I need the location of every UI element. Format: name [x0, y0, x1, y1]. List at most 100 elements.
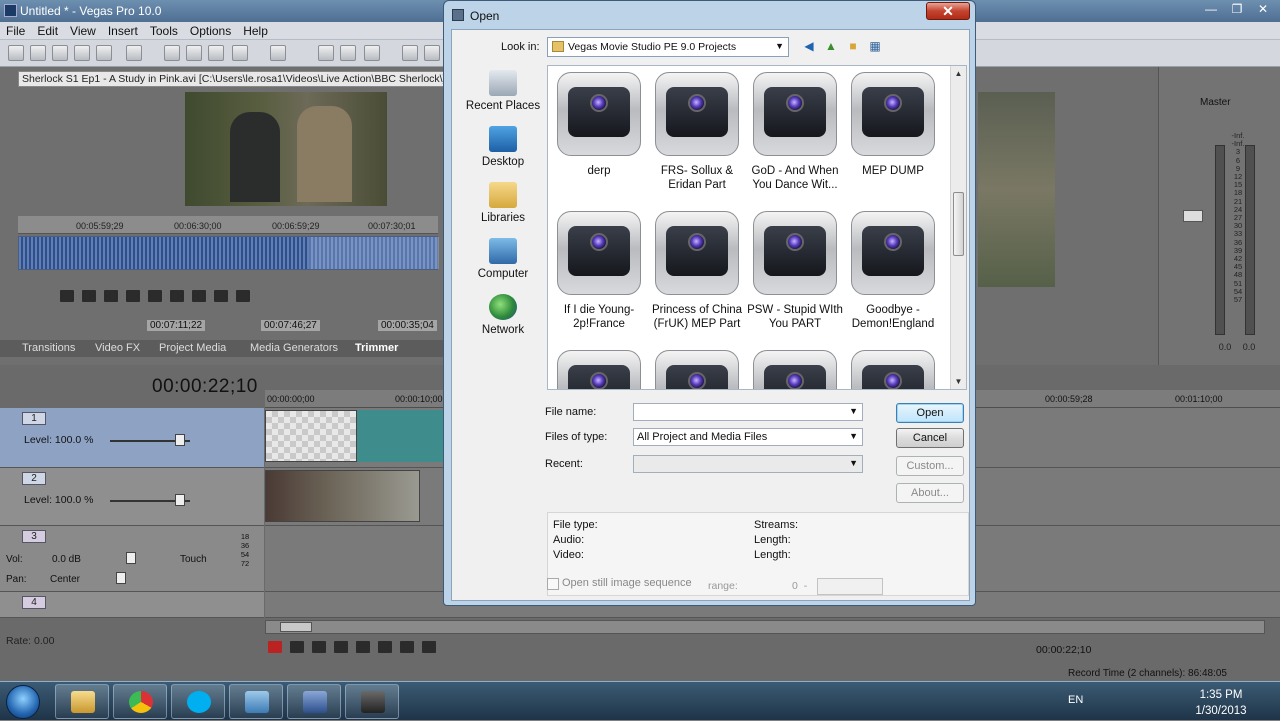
save-as-icon[interactable] — [74, 45, 90, 61]
pause-icon[interactable] — [126, 290, 140, 302]
place-desktop[interactable]: Desktop — [459, 126, 547, 168]
dialog-titlebar[interactable]: Open ✕ — [444, 1, 975, 29]
volume-knob[interactable] — [126, 552, 136, 564]
copy-icon[interactable] — [186, 45, 202, 61]
open-button[interactable]: Open — [896, 403, 964, 423]
taskbar-chrome[interactable] — [113, 684, 167, 719]
go-to-start-icon[interactable] — [170, 290, 184, 302]
pause-icon[interactable] — [356, 641, 370, 653]
clock[interactable]: 1:35 PM 1/30/2013 — [1184, 687, 1258, 719]
scroll-thumb[interactable] — [953, 192, 964, 256]
language-indicator[interactable]: EN — [1068, 694, 1083, 706]
save-icon[interactable] — [52, 45, 68, 61]
next-frame-icon[interactable] — [236, 290, 250, 302]
about-button[interactable]: About... — [896, 483, 964, 503]
loop-icon[interactable] — [60, 290, 74, 302]
open-icon[interactable] — [30, 45, 46, 61]
file-name-field[interactable]: ▼ — [633, 403, 863, 421]
play-icon[interactable] — [334, 641, 348, 653]
tab-media-generators[interactable]: Media Generators — [250, 342, 338, 354]
trimmer-selection[interactable] — [309, 237, 439, 269]
track-header-4[interactable]: 4 — [0, 592, 264, 618]
new-icon[interactable] — [8, 45, 24, 61]
range-to-input[interactable] — [817, 578, 883, 595]
play-icon[interactable] — [104, 290, 118, 302]
look-in-dropdown[interactable]: Vegas Movie Studio PE 9.0 Projects ▼ — [547, 37, 789, 57]
scroll-up-icon[interactable]: ▲ — [952, 67, 965, 80]
pan-knob[interactable] — [116, 572, 126, 584]
maximize-button[interactable]: ❐ — [1224, 1, 1250, 18]
loop-icon[interactable] — [290, 641, 304, 653]
place-recent-places[interactable]: Recent Places — [459, 70, 547, 112]
trimmer-ruler[interactable]: 00:05:59;29 00:06:30;00 00:06:59;29 00:0… — [18, 216, 438, 234]
menu-options[interactable]: Options — [184, 22, 237, 38]
taskbar-vegas[interactable] — [345, 684, 399, 719]
paste-icon[interactable] — [208, 45, 224, 61]
menu-insert[interactable]: Insert — [102, 22, 144, 38]
file-item[interactable]: Goodbye - Demon!England — [845, 211, 941, 331]
file-item[interactable]: derp — [551, 72, 647, 178]
up-folder-icon[interactable]: ▲ — [824, 39, 838, 53]
tab-transitions[interactable]: Transitions — [22, 342, 75, 354]
previous-frame-icon[interactable] — [214, 290, 228, 302]
place-network[interactable]: Network — [459, 294, 547, 336]
dialog-close-button[interactable]: ✕ — [926, 2, 970, 20]
menu-view[interactable]: View — [64, 22, 102, 38]
taskbar-skype[interactable] — [171, 684, 225, 719]
view-menu-icon[interactable]: ▦ — [868, 39, 882, 53]
properties-icon[interactable] — [96, 45, 112, 61]
autoripple-icon[interactable] — [424, 45, 440, 61]
clip-video[interactable] — [265, 470, 420, 522]
undo-icon[interactable] — [232, 45, 248, 61]
record-icon[interactable] — [268, 641, 282, 653]
file-list[interactable]: derp FRS- Sollux & Eridan Part GoD - And … — [547, 65, 967, 390]
custom-button[interactable]: Custom... — [896, 456, 964, 476]
timeline-hscroll[interactable] — [265, 620, 1265, 634]
taskbar-explorer[interactable] — [55, 684, 109, 719]
file-item[interactable] — [845, 350, 941, 389]
track-header-2[interactable]: 2 Level: 100.0 % — [0, 468, 264, 526]
menu-help[interactable]: Help — [237, 22, 274, 38]
file-item[interactable]: Princess of China (FrUK) MEP Part — [649, 211, 745, 331]
timeline-hscroll-thumb[interactable] — [280, 622, 312, 632]
menu-file[interactable]: File — [0, 22, 31, 38]
taskbar-save[interactable] — [287, 684, 341, 719]
track-header-1[interactable]: 1 Level: 100.0 % — [0, 408, 264, 468]
file-item[interactable] — [551, 350, 647, 389]
file-item[interactable] — [649, 350, 745, 389]
edit-tool-icon[interactable] — [318, 45, 334, 61]
cancel-button[interactable]: Cancel — [896, 428, 964, 448]
cut-icon[interactable] — [164, 45, 180, 61]
minimize-button[interactable]: — — [1198, 1, 1224, 18]
trimmer-audio-waveform[interactable] — [18, 236, 439, 270]
taskbar-window[interactable] — [229, 684, 283, 719]
go-to-end-icon[interactable] — [422, 641, 436, 653]
start-button[interactable] — [6, 685, 40, 719]
close-button[interactable]: ✕ — [1250, 1, 1276, 18]
go-to-end-icon[interactable] — [192, 290, 206, 302]
play-from-start-icon[interactable] — [82, 290, 96, 302]
touch-mode[interactable]: Touch — [180, 554, 207, 565]
still-sequence-checkbox[interactable] — [547, 578, 559, 590]
tab-project-media[interactable]: Project Media — [159, 342, 226, 354]
play-from-start-icon[interactable] — [312, 641, 326, 653]
clip-generated-media[interactable] — [265, 410, 357, 462]
recent-dropdown[interactable]: ▼ — [633, 455, 863, 473]
stop-icon[interactable] — [378, 641, 392, 653]
file-item[interactable]: GoD - And When You Dance Wit... — [747, 72, 843, 192]
render-icon[interactable] — [126, 45, 142, 61]
track-header-3[interactable]: 3 Vol: 0.0 dB Touch Pan: Center 18 36 54… — [0, 526, 264, 592]
tab-trimmer[interactable]: Trimmer — [355, 342, 398, 354]
stop-icon[interactable] — [148, 290, 162, 302]
scroll-down-icon[interactable]: ▼ — [952, 375, 965, 388]
new-folder-icon[interactable]: ■ — [846, 39, 860, 53]
redo-icon[interactable] — [270, 45, 286, 61]
files-of-type-dropdown[interactable]: All Project and Media Files ▼ — [633, 428, 863, 446]
master-fader[interactable] — [1183, 210, 1203, 222]
file-item[interactable]: If I die Young- 2p!France — [551, 211, 647, 331]
envelope-tool-icon[interactable] — [340, 45, 356, 61]
back-icon[interactable]: ◀ — [802, 39, 816, 53]
go-to-start-icon[interactable] — [400, 641, 414, 653]
file-item[interactable]: PSW - Stupid WIth You PART — [747, 211, 843, 331]
place-computer[interactable]: Computer — [459, 238, 547, 280]
